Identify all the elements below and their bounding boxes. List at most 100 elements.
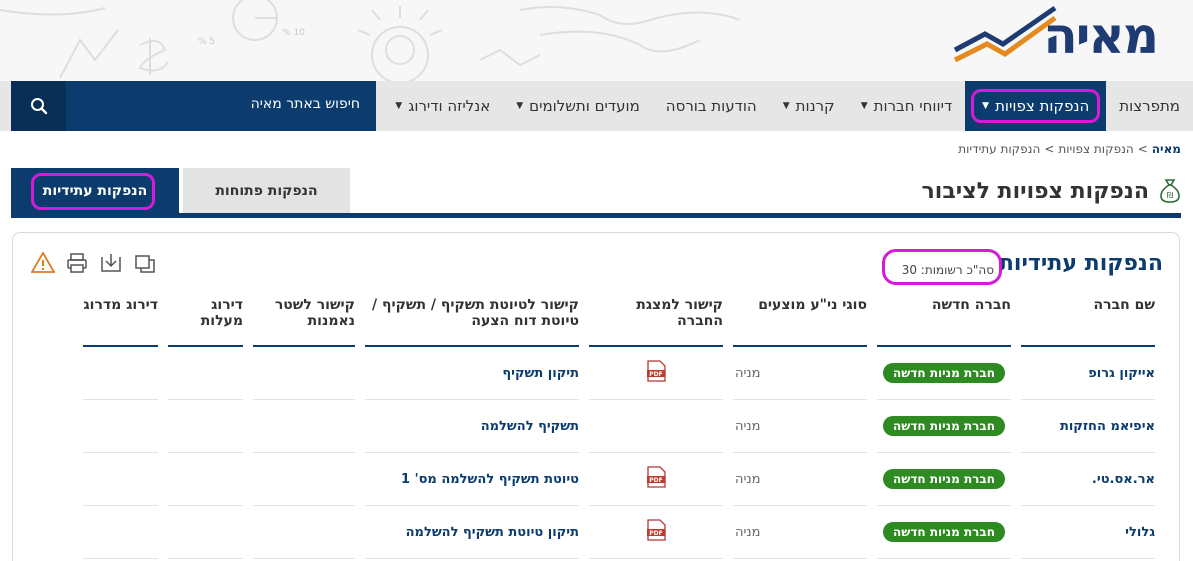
cell-midroog-rating xyxy=(83,347,158,400)
svg-text:PDF: PDF xyxy=(649,477,662,484)
cell-midroog-rating xyxy=(83,453,158,506)
toolbar xyxy=(31,251,157,275)
search-icon xyxy=(30,98,47,115)
nav-label: הודעות בורסה xyxy=(665,97,757,115)
cell-new-company: חברת מניות חדשה xyxy=(877,400,1011,453)
search-label[interactable]: חיפוש באתר מאיה xyxy=(251,96,360,112)
highlight-box xyxy=(31,173,155,210)
table-row: איפיאמ החזקות חברת מניות חדשה מניה תשקיף לה… xyxy=(83,400,1155,453)
site-search[interactable]: חיפוש באתר מאיה xyxy=(11,81,376,131)
cell-company-name[interactable]: גלולי xyxy=(1021,506,1155,559)
nav-item-funds[interactable]: קרנות ▼ xyxy=(770,81,848,131)
cell-presentation-link: PDF xyxy=(589,347,723,400)
col-header-company[interactable]: שם חברה xyxy=(1021,285,1155,347)
svg-text:₪: ₪ xyxy=(1167,191,1173,200)
svg-text:PDF: PDF xyxy=(649,530,662,537)
table-row: גלולי חברת מניות חדשה מניה PDF תיקון טיוטת ת… xyxy=(83,506,1155,559)
table-row: אר.אס.טי. חברת מניות חדשה מניה PDF טיוטת תשק… xyxy=(83,453,1155,506)
header-decoration: 5 % 10 % xyxy=(0,0,741,81)
cell-security-type: מניה xyxy=(733,453,867,506)
cell-presentation-link: PDF xyxy=(589,453,723,506)
nav-item-dates-payments[interactable]: מועדים ותשלומים ▼ xyxy=(503,81,653,131)
cell-prospectus-link[interactable]: תיקון תשקיף xyxy=(365,347,579,400)
download-icon[interactable] xyxy=(99,251,123,275)
nav-item-analysis-rating[interactable]: אנליזה ודירוג ▼ xyxy=(382,81,503,131)
cell-prospectus-link[interactable]: טיוטת תשקיף להשלמה מס' 1 xyxy=(365,453,579,506)
breadcrumb-separator: > xyxy=(1137,142,1148,156)
maya-logo[interactable]: מאיה xyxy=(951,4,1159,68)
nav-item-expected-issues[interactable]: הנפקות צפויות ▼ xyxy=(965,81,1107,131)
copy-icon[interactable] xyxy=(133,251,157,275)
nav-label: אנליזה ודירוג xyxy=(408,97,491,115)
nav-label: דיווחי חברות xyxy=(873,97,953,115)
cell-sp-rating xyxy=(168,506,243,559)
chevron-down-icon: ▼ xyxy=(395,101,403,111)
chevron-down-icon: ▼ xyxy=(860,101,868,111)
breadcrumb-level2: הנפקות עתידיות xyxy=(958,142,1041,156)
col-header-prospectus-link[interactable]: קישור לטיוטת תשקיף / תשקיף / טיוטת דוח ה… xyxy=(365,285,579,347)
cell-trust-deed-link xyxy=(253,400,355,453)
cell-sp-rating xyxy=(168,400,243,453)
warning-icon[interactable] xyxy=(31,251,55,275)
cell-new-company: חברת מניות חדשה xyxy=(877,453,1011,506)
breadcrumb-separator: > xyxy=(1044,142,1055,156)
highlight-box xyxy=(971,89,1101,123)
cell-security-type: מניה xyxy=(733,400,867,453)
print-icon[interactable] xyxy=(65,251,89,275)
tab-future-issues[interactable]: הנפקות עתידיות xyxy=(11,168,179,213)
col-header-security-types[interactable]: סוגי ני"ע מוצעים xyxy=(733,285,867,347)
nav-item-eruptions[interactable]: מתפרצות xyxy=(1106,81,1193,131)
cell-trust-deed-link xyxy=(253,347,355,400)
tab-open-issues[interactable]: הנפקות פתוחות xyxy=(183,168,350,213)
col-header-sp-rating[interactable]: דירוג מעלות xyxy=(168,285,243,347)
nav-item-company-reports[interactable]: דיווחי חברות ▼ xyxy=(848,81,965,131)
status-badge: חברת מניות חדשה xyxy=(883,363,1005,383)
nav-item-exchange-notices[interactable]: הודעות בורסה xyxy=(653,81,770,131)
search-button[interactable] xyxy=(11,81,66,131)
breadcrumb-home[interactable]: מאיה xyxy=(1152,142,1181,156)
breadcrumb-level1[interactable]: הנפקות צפויות xyxy=(1058,142,1133,156)
pdf-icon[interactable]: PDF xyxy=(646,466,666,488)
cell-trust-deed-link xyxy=(253,453,355,506)
status-badge: חברת מניות חדשה xyxy=(883,416,1005,436)
cell-company-name[interactable]: אייקון גרופ xyxy=(1021,347,1155,400)
records-count: סה"כ רשומות: 30 xyxy=(881,249,1002,285)
site-header: 5 % 10 % מאיה xyxy=(0,0,1193,81)
page-title: הנפקות צפויות לציבור xyxy=(921,178,1149,204)
cell-sp-rating xyxy=(168,347,243,400)
pdf-icon[interactable]: PDF xyxy=(646,360,666,382)
nav-items: מתפרצות הנפקות צפויות ▼ דיווחי חברות ▼ קרנ… xyxy=(382,81,1193,131)
cell-security-type: מניה xyxy=(733,347,867,400)
cell-trust-deed-link xyxy=(253,506,355,559)
deco-label-5: 5 % xyxy=(198,37,215,47)
col-header-new-company[interactable]: חברה חדשה xyxy=(877,285,1011,347)
col-header-presentation-link[interactable]: קישור למצגת החברה xyxy=(589,285,723,347)
col-header-midroog-rating[interactable]: דירוג מדרוג xyxy=(83,285,158,347)
logo-text: מאיה xyxy=(1043,7,1159,65)
cell-presentation-link xyxy=(589,400,723,453)
status-badge: חברת מניות חדשה xyxy=(883,522,1005,542)
pdf-icon[interactable]: PDF xyxy=(646,519,666,541)
tab-label: הנפקות פתוחות xyxy=(215,182,318,199)
col-header-trust-deed-link[interactable]: קישור לשטר נאמנות xyxy=(253,285,355,347)
cell-company-name[interactable]: איפיאמ החזקות xyxy=(1021,400,1155,453)
chevron-down-icon: ▼ xyxy=(782,101,790,111)
logo-swoosh-icon xyxy=(953,5,1057,63)
table-row: אייקון גרופ חברת מניות חדשה מניה PDF תיקון ת… xyxy=(83,347,1155,400)
cell-company-name[interactable]: אר.אס.טי. xyxy=(1021,453,1155,506)
issues-table: שם חברה חברה חדשה סוגי ני"ע מוצעים קישור… xyxy=(73,285,1165,559)
cell-new-company: חברת מניות חדשה xyxy=(877,506,1011,559)
cell-new-company: חברת מניות חדשה xyxy=(877,347,1011,400)
svg-text:PDF: PDF xyxy=(649,371,662,378)
cell-midroog-rating xyxy=(83,506,158,559)
title-divider xyxy=(11,213,1181,218)
highlight-box xyxy=(881,249,1002,285)
cell-prospectus-link[interactable]: תיקון טיוטת תשקיף להשלמה xyxy=(365,506,579,559)
panel-title: הנפקות עתידיות xyxy=(998,251,1163,276)
cell-prospectus-link[interactable]: תשקיף להשלמה xyxy=(365,400,579,453)
breadcrumb: מאיה > הנפקות צפויות > הנפקות עתידיות xyxy=(958,142,1181,156)
money-bag-icon: ₪ xyxy=(1160,179,1180,203)
nav-label: קרנות xyxy=(795,97,835,115)
issues-panel: הנפקות עתידיות סה"כ רשומות: 30 שם חברה ח… xyxy=(12,232,1180,561)
deco-label-10: 10 % xyxy=(282,28,305,38)
